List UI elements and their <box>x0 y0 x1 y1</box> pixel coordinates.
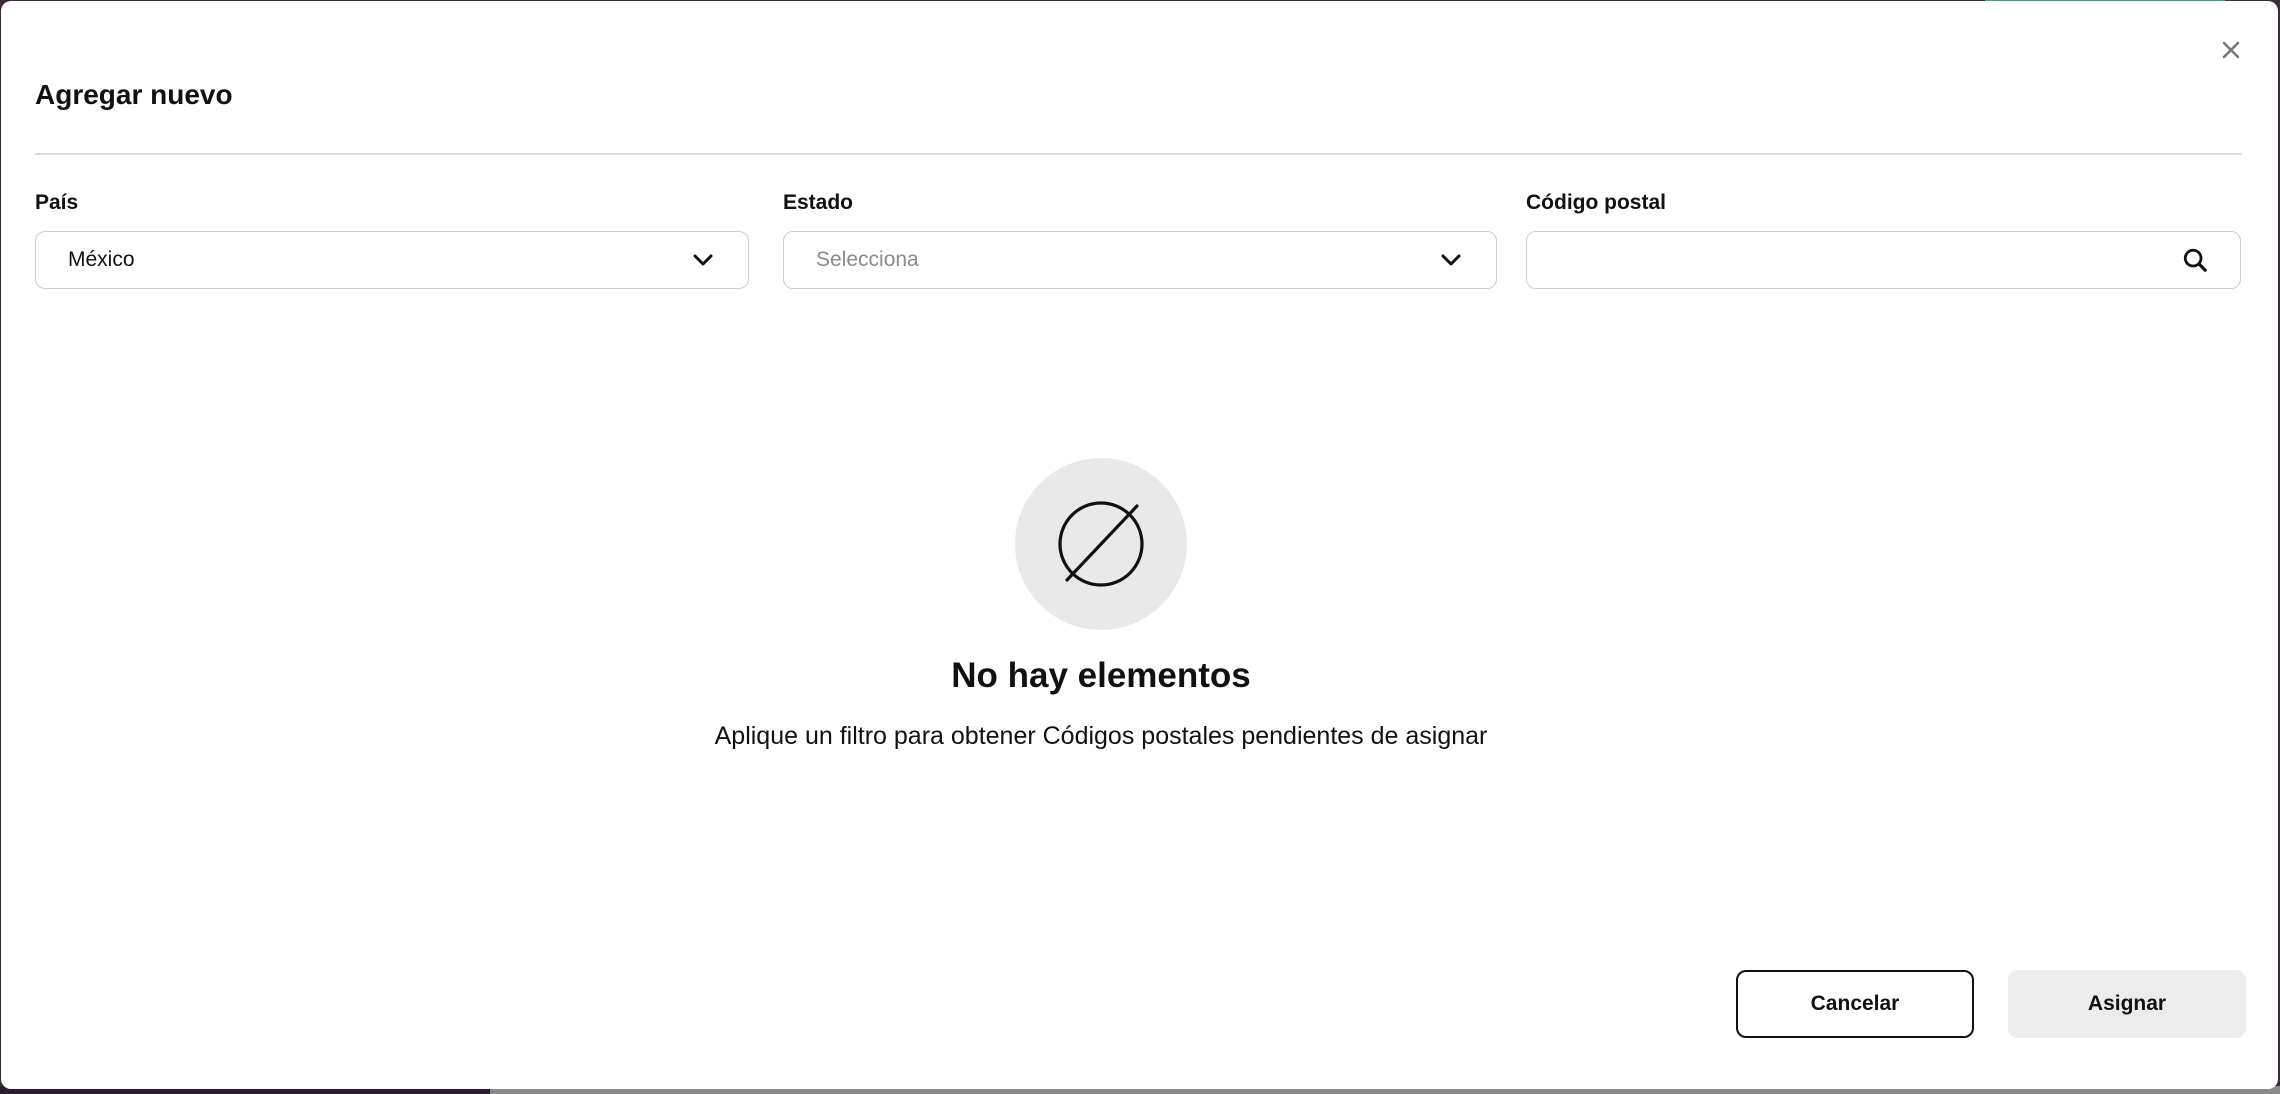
modal-title: Agregar nuevo <box>35 79 233 110</box>
postal-code-search <box>1526 231 2241 289</box>
close-icon <box>2222 41 2240 59</box>
close-button[interactable] <box>2218 37 2244 63</box>
empty-state-badge <box>1015 458 1187 630</box>
chevron-down-icon <box>1438 247 1464 273</box>
state-label: Estado <box>783 191 854 214</box>
state-placeholder: Selecciona <box>816 248 919 271</box>
header-divider <box>35 153 2242 155</box>
empty-state-description: Aplique un filtro para obtener Códigos p… <box>714 722 1488 750</box>
country-value: México <box>68 248 135 271</box>
country-label: País <box>35 191 79 214</box>
assign-button[interactable]: Asignar <box>2008 970 2246 1038</box>
search-icon[interactable] <box>2182 247 2208 273</box>
state-field: Estado Selecciona <box>783 191 1497 289</box>
add-new-modal: Agregar nuevo País México Estado Selecci… <box>1 1 2278 1089</box>
country-select[interactable]: México <box>35 231 749 289</box>
empty-state: No hay elementos Aplique un filtro para … <box>1 458 2201 751</box>
country-field: País México <box>35 191 749 289</box>
cancel-button[interactable]: Cancelar <box>1736 970 1974 1038</box>
postal-code-field: Código postal <box>1526 191 2241 289</box>
empty-state-title: No hay elementos <box>951 656 1251 695</box>
postal-code-label: Código postal <box>1526 191 1666 214</box>
postal-code-input[interactable] <box>1559 247 2182 273</box>
state-select[interactable]: Selecciona <box>783 231 1497 289</box>
chevron-down-icon <box>690 247 716 273</box>
empty-set-icon <box>1058 501 1144 587</box>
